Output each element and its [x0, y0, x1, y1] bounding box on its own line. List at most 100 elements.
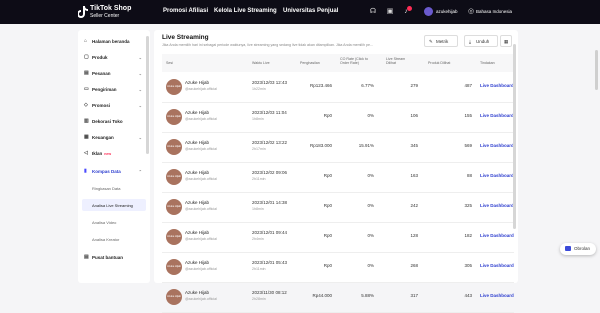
help-icon: ▤	[84, 254, 89, 260]
chat-button[interactable]: Obrolan	[560, 243, 596, 255]
live-thumbnail: Azuke Hijab	[166, 109, 182, 125]
col-tindakan: Tindakan	[480, 61, 495, 65]
session-handle: @azukehijab.official	[185, 207, 217, 211]
live-date: 2023/12/03 12:43	[252, 80, 288, 85]
nav-promosi-afiliasi[interactable]: Promosi Afiliasi	[163, 8, 208, 14]
tag-icon: ◇	[84, 102, 88, 108]
co-rate-value: 6.77%	[361, 83, 374, 88]
page-scrollbar[interactable]	[595, 50, 598, 90]
session-name: Azuke Hijab	[185, 110, 210, 115]
session-name: Azuke Hijab	[185, 170, 210, 175]
co-rate-value: 0%	[367, 173, 374, 178]
live-duration: 1h8min	[252, 207, 264, 211]
thumbnail-text: Azuke Hijab	[167, 85, 181, 88]
truck-icon: ▭	[84, 86, 89, 92]
sidebar-item-pengiriman[interactable]: ▭ Pengiriman ⌄	[82, 84, 146, 96]
live-duration: 2h17min	[252, 147, 266, 151]
live-dashboard-link[interactable]: Live Dashboard	[480, 143, 514, 148]
sidebar-sub-ringkasan-data[interactable]: Ringkasan Data	[82, 182, 146, 194]
col-penghasilan[interactable]: Penghasilan	[300, 61, 320, 65]
live-dashboard-link[interactable]: Live Dashboard	[480, 173, 514, 178]
stream-views-value: 345	[410, 143, 418, 148]
live-duration: 2h28min	[252, 297, 266, 301]
session-name: Azuke Hijab	[185, 260, 210, 265]
stream-views-value: 128	[410, 233, 418, 238]
live-thumbnail: Azuke Hijab	[166, 79, 182, 95]
thumbnail-text: Azuke Hijab	[167, 145, 181, 148]
language-selector[interactable]: Bahasa Indonesia	[476, 9, 512, 14]
nav-universitas-penjual[interactable]: Universitas Penjual	[283, 8, 338, 14]
live-date: 2023/12/01 09:44	[252, 230, 288, 235]
income-value: Rp44.000	[312, 293, 332, 298]
sidebar-item-promosi[interactable]: ◇ Promosi ⌄	[82, 100, 146, 112]
session-name: Azuke Hijab	[185, 140, 210, 145]
nav-kelola-live-streaming[interactable]: Kelola Live Streaming	[214, 8, 277, 14]
live-dashboard-link[interactable]: Live Dashboard	[480, 293, 514, 298]
stream-views-value: 317	[410, 293, 418, 298]
edit-icon: ✎	[429, 39, 433, 44]
logo-subtitle: Seller Center	[90, 13, 120, 19]
sidebar-sub-analisa-kreator[interactable]: Analisa Kreator	[82, 233, 146, 245]
settings-button[interactable]: ▦	[500, 35, 512, 47]
live-date: 2023/12/01 14:38	[252, 200, 288, 205]
live-dashboard-link[interactable]: Live Dashboard	[480, 83, 514, 88]
co-rate-value: 0%	[367, 203, 374, 208]
download-button[interactable]: ⤓ Unduh	[464, 35, 498, 47]
income-value: Rp0	[323, 203, 332, 208]
sidebar-item-iklan[interactable]: ◁ Iklan new	[82, 148, 146, 160]
sidebar: ⌂ Halaman beranda ▢ Produk ⌄ ▤ Pesanan ⌄…	[78, 30, 150, 283]
col-co-rate[interactable]: CO Rate (Click to Order Rate)	[340, 57, 376, 65]
session-name: Azuke Hijab	[185, 80, 210, 85]
box-icon: ▢	[84, 54, 89, 60]
live-dashboard-link[interactable]: Live Dashboard	[480, 203, 514, 208]
co-rate-value: 0%	[367, 233, 374, 238]
sidebar-item-dekorasi-toko[interactable]: ▥ Dekorasi Toko	[82, 116, 146, 128]
table-row: Azuke Hijab Azuke Hijab @azukehijab.offici…	[162, 102, 514, 133]
co-rate-value: 0%	[367, 113, 374, 118]
sidebar-item-keuangan[interactable]: ▦ Keuangan ⌄	[82, 132, 146, 144]
chevron-down-icon: ⌄	[138, 55, 142, 60]
tiktok-logo-icon	[78, 6, 88, 18]
product-views-value: 88	[466, 173, 472, 178]
sidebar-item-produk[interactable]: ▢ Produk ⌄	[82, 52, 146, 64]
col-live-stream-dilihat[interactable]: Live Stream Dilihat	[386, 57, 416, 65]
sidebar-item-home[interactable]: ⌂ Halaman beranda	[82, 36, 146, 48]
table-scrollbar[interactable]	[513, 44, 516, 229]
sidebar-item-kompas-data[interactable]: ▮ Kompas Data ⌃	[82, 166, 146, 178]
stream-views-value: 268	[410, 263, 418, 268]
live-dashboard-link[interactable]: Live Dashboard	[480, 233, 514, 238]
product-views-value: 155	[464, 113, 472, 118]
sidebar-scrollbar[interactable]	[146, 36, 149, 154]
product-views-value: 182	[464, 233, 472, 238]
product-views-value: 305	[464, 263, 472, 268]
chevron-up-icon: ⌃	[138, 169, 142, 174]
download-icon: ⤓	[469, 39, 471, 44]
table-row: Azuke Hijab Azuke Hijab @azukehijab.offici…	[162, 72, 514, 103]
session-handle: @azukehijab.official	[185, 177, 217, 181]
live-date: 2023/12/02 09:06	[252, 170, 288, 175]
store-icon[interactable]: ▣	[386, 8, 394, 16]
col-produk-dilihat[interactable]: Produk Dilihat	[428, 61, 450, 65]
sidebar-sub-analisa-video[interactable]: Analisa Video	[82, 216, 146, 228]
co-rate-value: 0%	[367, 263, 374, 268]
chevron-down-icon: ⌄	[138, 87, 142, 92]
username-label: azukehijab	[436, 9, 458, 14]
stream-views-value: 106	[410, 113, 418, 118]
sidebar-sub-analisa-live-streaming[interactable]: Analisa Live Streaming	[82, 199, 146, 211]
live-dashboard-link[interactable]: Live Dashboard	[480, 113, 514, 118]
metric-button[interactable]: ✎ Metrik	[424, 35, 458, 47]
page-description: Jika Anda memilih hari ini sebagai perio…	[162, 43, 373, 47]
headset-icon[interactable]: ☊	[369, 8, 377, 16]
col-waktu-live[interactable]: Waktu Live	[252, 61, 270, 65]
session-handle: @azukehijab.official	[185, 297, 217, 301]
stream-views-value: 242	[410, 203, 418, 208]
session-name: Azuke Hijab	[185, 290, 210, 295]
table-row: Azuke Hijab Azuke Hijab @azukehijab.offici…	[162, 222, 514, 253]
tiktok-shop-logo[interactable]: TikTok Shop Seller Center	[78, 4, 131, 20]
table-row: Azuke Hijab Azuke Hijab @azukehijab.offici…	[162, 252, 514, 283]
live-dashboard-link[interactable]: Live Dashboard	[480, 263, 514, 268]
chat-icon	[565, 246, 571, 251]
income-value: Rp0	[323, 233, 332, 238]
sidebar-item-pusat-bantuan[interactable]: ▤ Pusat bantuan	[82, 252, 146, 264]
sidebar-item-pesanan[interactable]: ▤ Pesanan ⌄	[82, 68, 146, 80]
